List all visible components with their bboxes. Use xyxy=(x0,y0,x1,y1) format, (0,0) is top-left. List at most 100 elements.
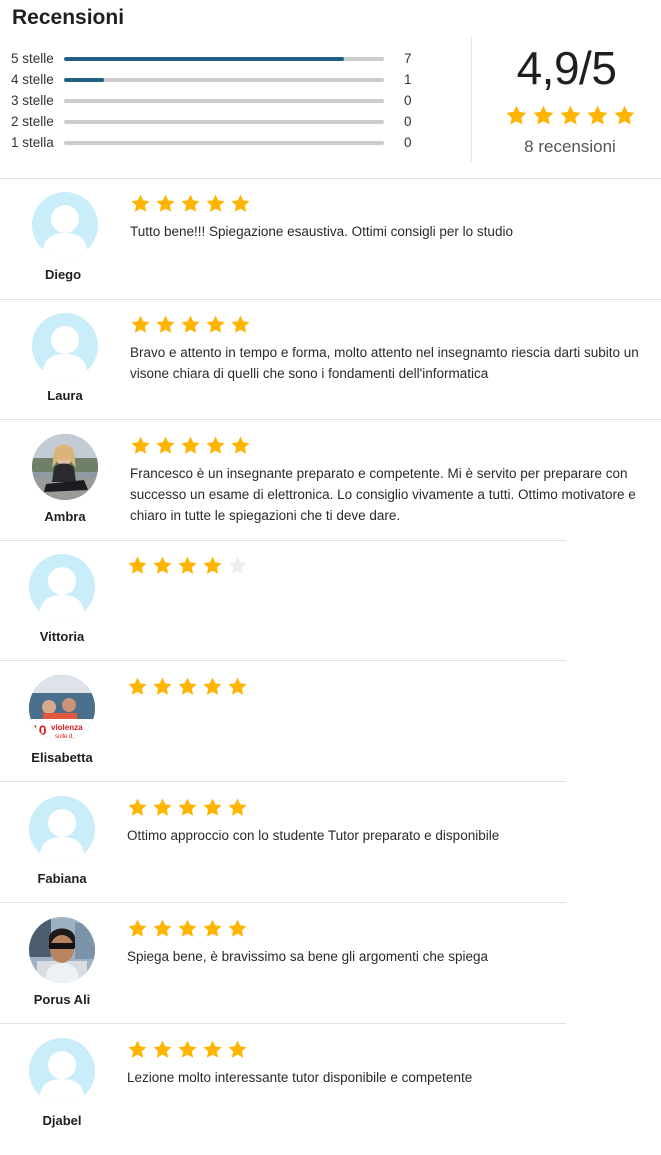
star-filled-icon xyxy=(205,314,226,340)
star-filled-icon xyxy=(227,676,248,702)
star-filled-icon xyxy=(227,797,248,823)
star-filled-icon xyxy=(230,435,251,461)
distribution-row: 5 stelle 7 xyxy=(11,50,421,71)
star-filled-icon xyxy=(155,314,176,340)
distribution-bar xyxy=(64,120,384,124)
star-filled-icon xyxy=(127,676,148,702)
svg-text:10: 10 xyxy=(31,722,47,738)
distribution-bar xyxy=(64,99,384,103)
star-filled-icon xyxy=(180,435,201,461)
star-filled-icon xyxy=(152,1039,173,1065)
review-item: Fabiana Ottimo approccio con lo studente … xyxy=(0,783,661,904)
star-filled-icon xyxy=(532,104,555,132)
star-filled-icon xyxy=(230,193,251,219)
review-stars xyxy=(130,314,251,340)
review-stars xyxy=(127,1039,248,1065)
distribution-count: 1 xyxy=(404,72,412,87)
review-text: Tutto bene!!! Spiegazione esaustiva. Ott… xyxy=(130,224,513,239)
distribution-row: 2 stelle 0 xyxy=(11,113,421,134)
star-filled-icon xyxy=(202,918,223,944)
review-text: Lezione molto interessante tutor disponi… xyxy=(127,1070,473,1085)
star-filled-icon xyxy=(227,918,248,944)
star-filled-icon xyxy=(152,676,173,702)
star-filled-icon xyxy=(130,314,151,340)
avatar xyxy=(29,917,95,983)
star-filled-icon xyxy=(130,435,151,461)
review-item: Diego Tutto bene!!! Spiegazione esaustiva… xyxy=(0,180,661,301)
star-filled-icon xyxy=(202,1039,223,1065)
review-text: Bravo e attento in tempo e forma, molto … xyxy=(130,345,639,381)
star-filled-icon xyxy=(586,104,609,132)
star-filled-icon xyxy=(177,918,198,944)
review-stars xyxy=(127,555,248,581)
distribution-label: 1 stella xyxy=(11,135,54,150)
avatar: 10 violenza sulle d. xyxy=(29,675,95,741)
star-filled-icon xyxy=(127,918,148,944)
star-filled-icon xyxy=(180,314,201,340)
review-stars xyxy=(127,797,248,823)
star-filled-icon xyxy=(152,918,173,944)
divider xyxy=(0,660,566,661)
review-text: Ottimo approccio con lo studente Tutor p… xyxy=(127,828,500,843)
average-stars xyxy=(505,104,636,132)
distribution-label: 5 stelle xyxy=(11,51,54,66)
reviewer-name: Laura xyxy=(47,388,83,403)
divider xyxy=(0,902,566,903)
reviewer-name: Vittoria xyxy=(39,629,85,644)
avatar xyxy=(32,192,98,258)
star-filled-icon xyxy=(127,555,148,581)
divider xyxy=(0,1023,566,1024)
avatar xyxy=(32,313,98,379)
rating-distribution: 5 stelle 7 4 stelle 1 3 stelle 0 2 stell… xyxy=(11,50,421,155)
review-stars xyxy=(130,435,251,461)
distribution-bar-fill xyxy=(64,78,104,82)
reviewer-name: Elisabetta xyxy=(31,750,93,765)
distribution-bar xyxy=(64,78,384,82)
review-text: Spiega bene, è bravissimo sa bene gli ar… xyxy=(127,949,488,964)
divider xyxy=(0,781,566,782)
reviewer-name: Porus Ali xyxy=(33,992,91,1007)
review-item: Vittoria xyxy=(0,541,661,662)
star-filled-icon xyxy=(202,797,223,823)
star-filled-icon xyxy=(177,1039,198,1065)
star-filled-icon xyxy=(230,314,251,340)
average-score: 4,9/5 xyxy=(516,42,617,94)
star-filled-icon xyxy=(205,193,226,219)
star-empty-icon xyxy=(227,555,248,581)
section-title: Recensioni xyxy=(12,6,125,29)
divider xyxy=(0,419,661,420)
distribution-bar xyxy=(64,141,384,145)
review-stars xyxy=(127,918,248,944)
star-filled-icon xyxy=(559,104,582,132)
distribution-row: 4 stelle 1 xyxy=(11,71,421,92)
reviewer-name: Ambra xyxy=(44,509,86,524)
distribution-row: 1 stella 0 xyxy=(11,134,421,155)
distribution-label: 4 stelle xyxy=(11,72,54,87)
star-filled-icon xyxy=(152,797,173,823)
review-item: Laura Bravo e attento in tempo e forma, m… xyxy=(0,300,661,421)
star-filled-icon xyxy=(177,797,198,823)
star-filled-icon xyxy=(227,1039,248,1065)
star-filled-icon xyxy=(205,435,226,461)
distribution-count: 0 xyxy=(404,135,412,150)
star-filled-icon xyxy=(177,676,198,702)
review-stars xyxy=(130,193,251,219)
star-filled-icon xyxy=(202,676,223,702)
avatar xyxy=(29,554,95,620)
reviewer-name: Diego xyxy=(44,267,82,282)
review-item: 10 violenza sulle d. Elisabetta xyxy=(0,662,661,783)
avatar xyxy=(29,796,95,862)
star-filled-icon xyxy=(505,104,528,132)
distribution-count: 0 xyxy=(404,93,412,108)
star-filled-icon xyxy=(127,1039,148,1065)
star-filled-icon xyxy=(152,555,173,581)
star-filled-icon xyxy=(127,797,148,823)
divider xyxy=(0,178,661,179)
star-filled-icon xyxy=(130,193,151,219)
distribution-label: 2 stelle xyxy=(11,114,54,129)
distribution-row: 3 stelle 0 xyxy=(11,92,421,113)
review-item: Ambra Francesco è un insegnante preparato… xyxy=(0,421,661,542)
review-item: Djabel Lezione molto interessante tutor d… xyxy=(0,1025,661,1146)
star-filled-icon xyxy=(155,435,176,461)
distribution-count: 7 xyxy=(404,51,412,66)
